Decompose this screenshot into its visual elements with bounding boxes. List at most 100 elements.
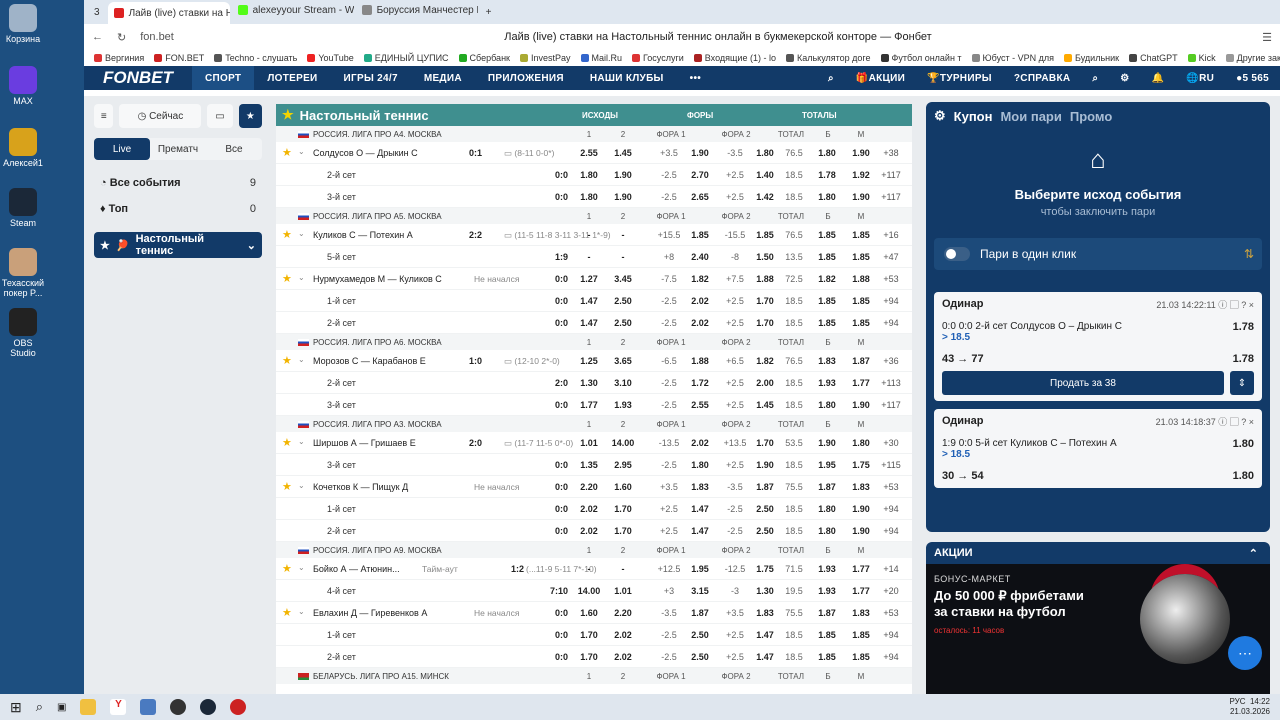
odd-cell[interactable]: 1.01 (574, 438, 604, 448)
odd-cell[interactable]: 2.02 (685, 438, 715, 448)
set-row[interactable]: 2-й сет 0:0 2.02 1.70 +2.5 1.47 -2.5 2.50 18.5 1.… (276, 520, 912, 542)
odd-cell[interactable]: 1.82 (813, 274, 841, 284)
more-markets[interactable]: +117 (876, 400, 906, 410)
event-name[interactable]: Куликов С — Потехин А (313, 230, 413, 240)
odd-cell[interactable]: 1.45 (750, 400, 780, 410)
event-row[interactable]: ★ ⌄ Евлахин Д — Гиревенков А Не начался 0:0 1… (276, 602, 912, 624)
odd-cell[interactable]: 1.85 (846, 230, 876, 240)
nav-item[interactable]: ••• (677, 66, 714, 90)
odd-cell[interactable]: 1.80 (813, 526, 841, 536)
odd-cell[interactable]: 1.83 (750, 608, 780, 618)
star-icon[interactable]: ★ (282, 272, 292, 285)
col-outcomes[interactable]: ИСХОДЫ (582, 111, 618, 120)
odd-cell[interactable]: 1.70 (574, 630, 604, 640)
event-name[interactable]: Солдусов О — Дрыкин С (313, 148, 418, 158)
event-name[interactable]: 2-й сет (327, 652, 356, 662)
event-row[interactable]: ★ ⌄ Кочетков К — Пищук Д Не начался 0:0 2.20 1… (276, 476, 912, 498)
odd-cell[interactable]: 1.80 (750, 148, 780, 158)
odd-cell[interactable]: 1.72 (685, 378, 715, 388)
odd-cell[interactable]: 2.50 (685, 630, 715, 640)
search-icon[interactable]: ⌕ (817, 66, 845, 90)
set-row[interactable]: 5-й сет 1:9- - +8 2.40 -8 1.50 13.5 1.85 1.85 +47 (276, 246, 912, 268)
odd-cell[interactable]: 1.80 (685, 460, 715, 470)
bookmark[interactable]: ChatGPT (1129, 53, 1178, 63)
nav-item[interactable]: ПРИЛОЖЕНИЯ (475, 66, 577, 90)
event-name[interactable]: 4-й сет (327, 586, 356, 596)
odd-cell[interactable]: 1.85 (813, 630, 841, 640)
more-markets[interactable]: +113 (876, 378, 906, 388)
bell-icon[interactable]: 🔔 (1141, 66, 1176, 90)
nav-right-globe[interactable]: 🌐 RU (1175, 66, 1225, 90)
odd-cell[interactable]: 1.87 (685, 608, 715, 618)
chevron-down-icon[interactable]: ⌄ (298, 437, 305, 446)
search-icon[interactable]: ⌕ (36, 699, 43, 715)
bookmark[interactable]: Входящие (1) - lo (693, 53, 776, 63)
more-markets[interactable]: +94 (876, 504, 906, 514)
more-markets[interactable]: +94 (876, 318, 906, 328)
bookmark[interactable]: Вергиния (94, 53, 144, 63)
event-name[interactable]: 3-й сет (327, 192, 356, 202)
odd-cell[interactable]: 2.02 (685, 318, 715, 328)
event-name[interactable]: 2-й сет (327, 378, 356, 388)
odd-cell[interactable]: 1.82 (685, 274, 715, 284)
odd-cell[interactable]: 1.88 (846, 274, 876, 284)
event-row[interactable]: ★ ⌄ Бойко А — Атюнин... Тайм-аут (...11-9 5-… (276, 558, 912, 580)
task-view-icon[interactable]: ▣ (57, 702, 66, 713)
odd-cell[interactable]: 2.40 (685, 252, 715, 262)
odd-cell[interactable]: 1.83 (846, 482, 876, 492)
odd-cell[interactable]: 1.85 (846, 296, 876, 306)
event-name[interactable]: 5-й сет (327, 252, 356, 262)
event-name[interactable]: 1-й сет (327, 296, 356, 306)
odd-cell[interactable]: 1.27 (574, 274, 604, 284)
steam-icon[interactable] (200, 699, 217, 715)
odd-cell[interactable]: 1.85 (685, 230, 715, 240)
odd-cell[interactable]: 1.60 (574, 608, 604, 618)
odd-cell[interactable]: 1.85 (813, 318, 841, 328)
bookmark[interactable]: Сбербанк (458, 53, 510, 63)
odd-cell[interactable]: 1.80 (813, 192, 841, 202)
set-row[interactable]: 4-й сет 7:10 14.00 1.01 +3 3.15 -3 1.30 19.5 1.93… (276, 580, 912, 602)
odd-cell[interactable]: - (608, 252, 638, 262)
event-name[interactable]: Нурмухамедов М — Куликов С (313, 274, 442, 284)
odd-cell[interactable]: 1.93 (813, 564, 841, 574)
bookmark[interactable]: Другие закладки (1225, 53, 1280, 63)
odd-cell[interactable]: 1.70 (574, 652, 604, 662)
sell-options-button[interactable]: ⇕ (1230, 371, 1254, 395)
odd-cell[interactable]: - (608, 564, 638, 574)
nav-right-help[interactable]: ? СПРАВКА (1003, 66, 1082, 90)
odd-cell[interactable]: 1.78 (813, 170, 841, 180)
chevron-down-icon[interactable]: ⌄ (298, 563, 305, 572)
browser-tab[interactable]: Лайв (live) ставки на Н× (107, 2, 230, 24)
sidebar-row[interactable]: ◔ Все события 9 (94, 170, 262, 196)
odd-cell[interactable]: 1.42 (750, 192, 780, 202)
nav-item[interactable]: ЛОТЕРЕИ (254, 66, 330, 90)
odd-cell[interactable]: 2.55 (574, 148, 604, 158)
more-markets[interactable]: +53 (876, 608, 906, 618)
event-name[interactable]: 2-й сет (327, 170, 356, 180)
more-markets[interactable]: +94 (876, 652, 906, 662)
bookmark[interactable]: YouTube (307, 53, 354, 63)
odd-cell[interactable]: 1.87 (813, 608, 841, 618)
odd-cell[interactable]: 1.83 (685, 482, 715, 492)
chevron-down-icon[interactable]: ⌄ (298, 355, 305, 364)
odd-cell[interactable]: 1.85 (750, 230, 780, 240)
star-icon[interactable]: ★ (282, 354, 292, 367)
star-icon[interactable]: ★ (282, 480, 292, 493)
odd-cell[interactable]: - (608, 230, 638, 240)
set-row[interactable]: 3-й сет 0:0 1.80 1.90 -2.5 2.65 +2.5 1.42 18.5 1.… (276, 186, 912, 208)
event-name[interactable]: Ширшов А — Гришаев Е (313, 438, 416, 448)
more-markets[interactable]: +14 (876, 564, 906, 574)
event-name[interactable]: 3-й сет (327, 460, 356, 470)
odd-cell[interactable]: 1.93 (813, 378, 841, 388)
odd-cell[interactable]: 1.70 (608, 504, 638, 514)
odd-cell[interactable]: 1.47 (685, 526, 715, 536)
bookmark[interactable]: FON.BET (154, 53, 204, 63)
chevron-down-icon[interactable]: ⌄ (298, 607, 305, 616)
odd-cell[interactable]: 1.77 (574, 400, 604, 410)
odd-cell[interactable]: 2.20 (608, 608, 638, 618)
star-icon[interactable]: ★ (282, 228, 292, 241)
bookmark[interactable]: Kick (1187, 53, 1216, 63)
odd-cell[interactable]: 1.90 (846, 504, 876, 514)
odd-cell[interactable]: 1.30 (750, 586, 780, 596)
odd-cell[interactable]: - (574, 252, 604, 262)
